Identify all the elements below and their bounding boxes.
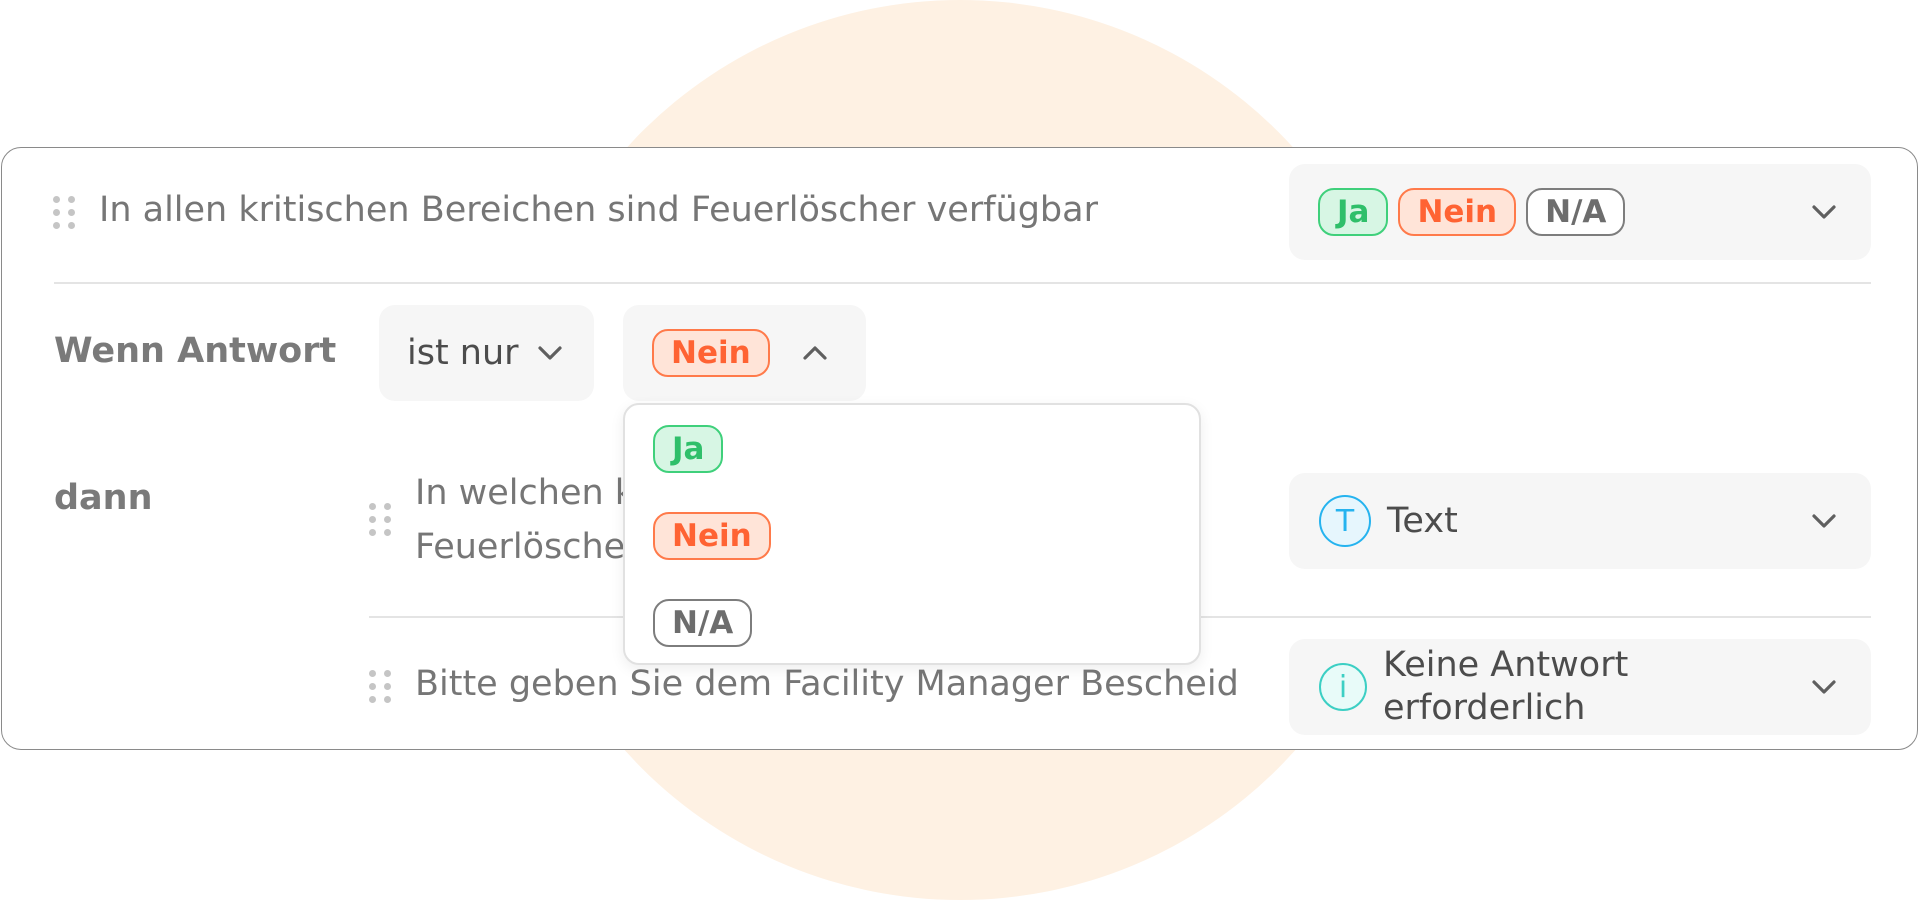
drag-handle-icon[interactable] — [53, 193, 75, 231]
then-label: dann — [54, 478, 153, 518]
type-label: Text — [1387, 501, 1458, 541]
chevron-down-icon — [1807, 504, 1841, 538]
chevron-down-icon — [1807, 195, 1841, 229]
drag-handle-icon[interactable] — [369, 500, 391, 538]
response-type-select[interactable]: Ja Nein N/A — [1289, 164, 1871, 260]
chevron-down-icon — [533, 336, 567, 370]
chevron-up-icon — [798, 336, 832, 370]
answer-nein-badge: Nein — [1398, 188, 1517, 236]
question-text: In allen kritischen Bereichen sind Feuer… — [99, 190, 1098, 230]
info-icon: i — [1319, 663, 1367, 711]
dropdown-option-nein[interactable]: Nein — [653, 512, 771, 560]
drag-handle-icon[interactable] — [369, 667, 391, 705]
dropdown-option-na[interactable]: N/A — [653, 599, 753, 647]
chevron-down-icon — [1807, 670, 1841, 704]
selected-nein-badge: Nein — [652, 329, 770, 377]
followup-question-text: In welchen k Feuerlösche — [415, 473, 636, 567]
divider — [54, 282, 1871, 284]
dropdown-option-ja[interactable]: Ja — [653, 425, 724, 473]
operator-value: ist nur — [407, 333, 519, 373]
type-label: Keine Antwort erforderlich — [1383, 645, 1629, 728]
answer-dropdown-menu: Ja Nein N/A — [623, 403, 1201, 665]
answer-ja-badge: Ja — [1318, 188, 1389, 236]
answer-na-badge: N/A — [1526, 188, 1626, 236]
text-type-icon: T — [1319, 495, 1371, 547]
followup-type-select[interactable]: i Keine Antwort erforderlich — [1289, 639, 1871, 735]
followup-type-select[interactable]: T Text — [1289, 473, 1871, 569]
if-label: Wenn Antwort — [54, 331, 337, 371]
answer-value-select[interactable]: Nein — [623, 305, 866, 401]
followup-question-text: Bitte geben Sie dem Facility Manager Bes… — [415, 664, 1239, 704]
operator-select[interactable]: ist nur — [379, 305, 594, 401]
